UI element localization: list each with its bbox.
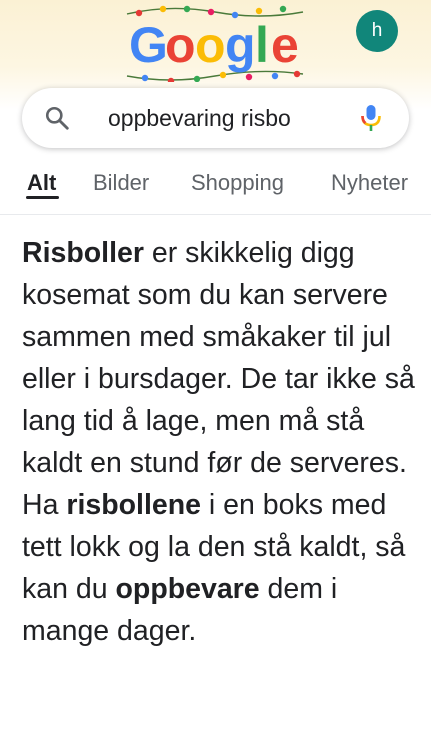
svg-text:e: e [271, 17, 299, 73]
search-tabs: Alt Bilder Shopping Nyheter [0, 160, 431, 212]
snippet-segment-bold: Risboller [22, 237, 144, 269]
svg-text:g: g [225, 17, 256, 73]
google-holiday-doodle-logo[interactable]: G o o g l e [125, 4, 305, 82]
search-input[interactable] [108, 102, 358, 134]
tab-alt[interactable]: Alt [27, 170, 56, 196]
google-search-page: G o o g l e h Alt Bilder Shopping Nyhete… [0, 0, 431, 750]
svg-text:o: o [195, 17, 226, 73]
microphone-icon[interactable] [359, 103, 383, 133]
search-bar[interactable] [22, 88, 409, 148]
svg-text:o: o [165, 17, 196, 73]
active-tab-indicator [26, 196, 59, 199]
avatar-letter: h [371, 20, 383, 41]
search-icon[interactable] [44, 105, 70, 131]
tabs-divider [0, 214, 431, 215]
tab-shopping[interactable]: Shopping [191, 170, 284, 196]
snippet-segment-bold: oppbevare [115, 573, 260, 605]
featured-snippet-text: Risboller er skikkelig digg kosemat som … [22, 232, 417, 652]
tab-nyheter[interactable]: Nyheter [331, 170, 408, 196]
snippet-segment: er skikkelig digg kosemat som du kan ser… [22, 237, 415, 521]
svg-text:l: l [255, 17, 269, 73]
tab-bilder[interactable]: Bilder [93, 170, 149, 196]
snippet-segment-bold: risbollene [66, 489, 201, 521]
svg-text:G: G [129, 17, 168, 73]
account-avatar[interactable]: h [356, 10, 398, 52]
